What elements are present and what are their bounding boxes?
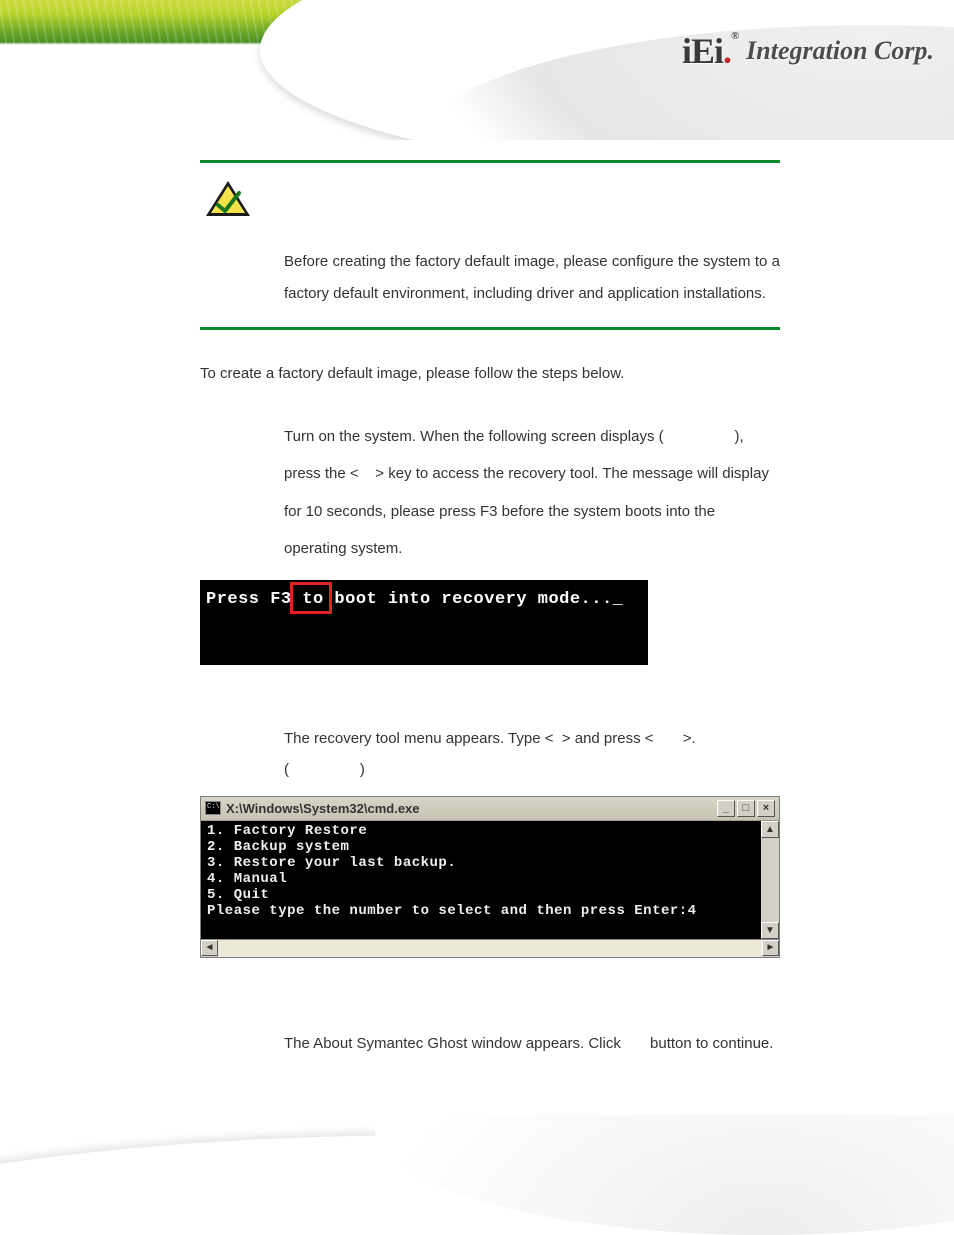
close-button[interactable]: ×	[757, 800, 775, 817]
step-1-text: Turn on the system. When the following s…	[200, 418, 780, 568]
scroll-left-button[interactable]: ◄	[201, 940, 218, 956]
header-banner: iEi.® Integration Corp.	[0, 0, 954, 140]
intro-paragraph: To create a factory default image, pleas…	[200, 358, 780, 390]
scroll-track[interactable]	[218, 940, 762, 957]
window-controls: _ □ ×	[717, 800, 775, 817]
brand-logo-text: iEi	[682, 31, 723, 71]
figure-recovery-menu: X:\Windows\System32\cmd.exe _ □ × 1. Fac…	[200, 796, 780, 958]
scroll-down-button[interactable]: ▼	[761, 922, 779, 939]
note-rule-top	[200, 160, 780, 163]
horizontal-scrollbar[interactable]: ◄ ►	[201, 939, 779, 957]
figure-boot-screen: Press F3 to boot into recovery mode..._	[200, 580, 648, 665]
minimize-button[interactable]: _	[717, 800, 735, 817]
step-2-text: The recovery tool menu appears. Type < >…	[200, 723, 780, 786]
scroll-right-button[interactable]: ►	[762, 940, 779, 956]
note-rule-bottom	[200, 327, 780, 330]
cmd-title-icon	[205, 801, 221, 815]
note-text: Before creating the factory default imag…	[200, 226, 780, 327]
f3-key-highlight	[290, 582, 332, 614]
brand-block: iEi.® Integration Corp.	[682, 30, 934, 72]
brand-logo: iEi.®	[682, 30, 738, 72]
cmd-title-text: X:\Windows\System32\cmd.exe	[226, 801, 717, 816]
boot-screen-text: Press F3 to boot into recovery mode..._	[206, 590, 623, 609]
step-3-text: The About Symantec Ghost window appears.…	[200, 1028, 780, 1060]
footer-banner	[0, 1115, 954, 1235]
cmd-output: 1. Factory Restore 2. Backup system 3. R…	[201, 821, 761, 939]
cmd-title-bar: X:\Windows\System32\cmd.exe _ □ ×	[201, 797, 779, 821]
brand-company: Integration Corp.	[746, 36, 934, 66]
maximize-button[interactable]: □	[737, 800, 755, 817]
main-content: Before creating the factory default imag…	[200, 160, 780, 1059]
vertical-scrollbar[interactable]: ▲ ▼	[761, 821, 779, 939]
note-icon	[206, 181, 250, 216]
scroll-up-button[interactable]: ▲	[761, 821, 779, 838]
